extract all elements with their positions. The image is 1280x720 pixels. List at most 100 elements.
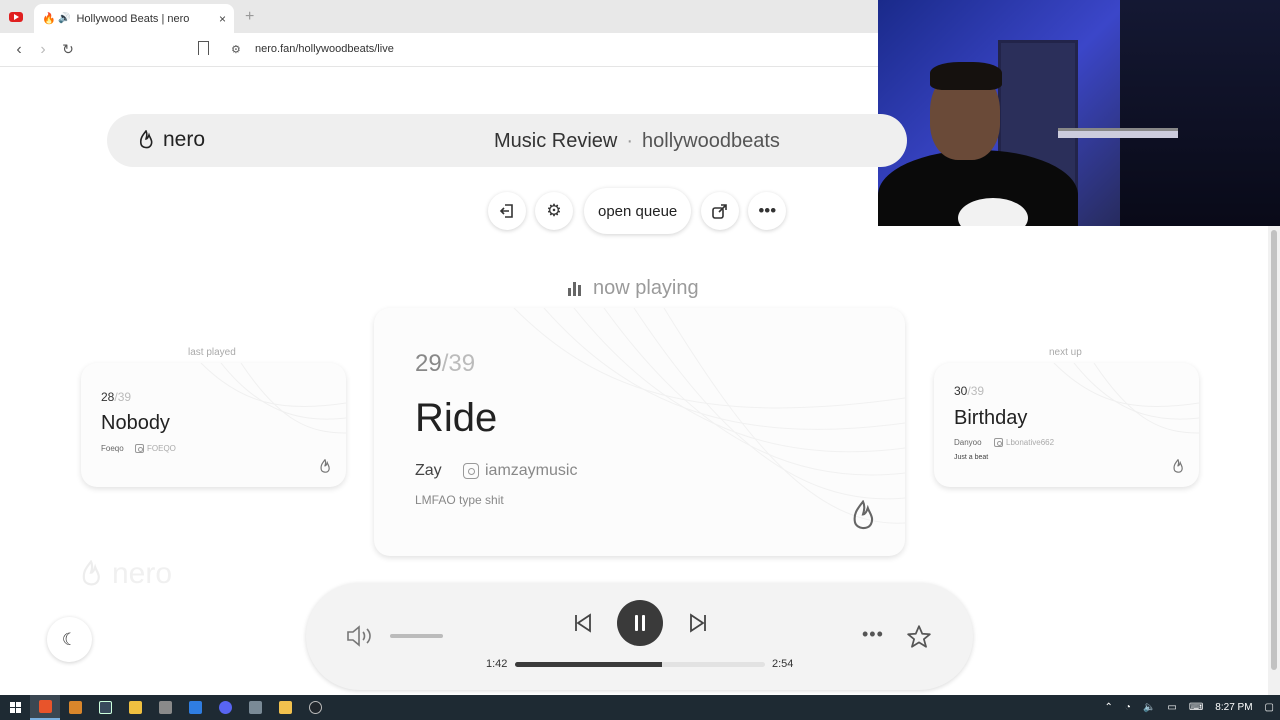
webcam-keyboard [1058,128,1178,138]
share-button[interactable] [701,192,740,230]
youtube-tab[interactable] [4,6,28,28]
last-played-card[interactable]: 28/39 Nobody Foeqo FOEQO [81,363,346,487]
track-number: 28/39 [101,390,132,404]
track-number: 30/39 [954,384,985,398]
file-explorer-taskbar-icon[interactable] [270,695,300,720]
settings-button[interactable]: ⚙ [535,192,573,230]
url-field[interactable]: nero.fan/hollywoodbeats/live [255,43,394,55]
time-current: 1:42 [486,658,508,670]
brave-taskbar-icon[interactable] [30,695,60,720]
channel-name: hollywoodbeats [642,130,780,152]
exit-icon [499,204,513,218]
app-taskbar-icon[interactable] [240,695,270,720]
track-note: Just a beat [954,454,989,461]
last-played-label: last played [188,347,236,358]
scroll-thumb[interactable] [1271,230,1277,670]
nero-favicon-icon: 🔥 [42,12,56,25]
track-handle[interactable]: iamzaymusic [463,462,577,480]
active-tab[interactable]: 🔥 🔊 Hollywood Beats | nero × [34,4,234,33]
share-icon [712,204,728,219]
flame-icon [82,560,100,586]
nero-logo[interactable]: nero [138,128,205,152]
chevron-up-icon[interactable]: ⌃ [1105,702,1113,713]
moon-icon: ☾ [61,629,78,649]
track-artist: Zay [415,462,442,479]
app-taskbar-icon[interactable] [60,695,90,720]
now-playing-text: now playing [593,277,699,299]
youtube-icon [9,12,23,22]
flame-icon [853,500,874,530]
language-icon[interactable]: ⌨ [1189,702,1203,713]
app-taskbar-icon[interactable] [90,695,120,720]
volume-tray-icon[interactable]: 🔈 [1143,702,1155,713]
app-taskbar-icon[interactable] [150,695,180,720]
action-bar: ⚙ open queue ••• [488,188,795,234]
volume-slider[interactable] [390,634,443,638]
next-up-label: next up [1049,347,1082,358]
clock[interactable]: 8:27 PM [1215,702,1252,713]
skip-forward-icon[interactable] [687,611,711,635]
webcam-background [1120,0,1280,226]
flame-icon [320,459,330,473]
dropbox-taskbar-icon[interactable] [180,695,210,720]
system-tray: ⌃ ◔ 🔈 ▭ ⌨ 8:27 PM ▢ [1099,695,1280,720]
track-artist: Danyoo [954,438,982,447]
track-number: 29/39 [415,350,476,377]
page-scrollbar[interactable] [1268,226,1280,695]
star-icon[interactable] [906,624,932,650]
progress-bar[interactable] [515,662,765,667]
pause-icon-bar [635,615,638,631]
watermark-text: nero [112,557,173,590]
volume-icon[interactable] [346,624,374,648]
track-title: Birthday [954,407,1028,429]
bookmark-icon[interactable] [198,41,209,55]
pause-button[interactable] [617,600,663,646]
webcam-overlay [878,0,1280,226]
forward-arrow-icon[interactable]: › [34,41,52,59]
exit-button[interactable] [488,192,526,230]
reload-icon[interactable]: ↻ [59,41,77,58]
track-handle[interactable]: Lbonative662 [994,438,1054,447]
app-taskbar-icon[interactable] [300,695,330,720]
site-info-icon[interactable]: ⚙ [231,43,241,56]
open-queue-button[interactable]: open queue [584,188,692,234]
skip-back-icon[interactable] [570,611,594,635]
now-playing-label: now playing [568,277,699,300]
discord-taskbar-icon[interactable] [210,695,240,720]
windows-taskbar: ⌃ ◔ 🔈 ▭ ⌨ 8:27 PM ▢ [0,695,1280,720]
pause-icon-bar [642,615,645,631]
flame-icon [139,130,153,149]
network-icon[interactable]: ◔ [1125,702,1131,713]
more-button[interactable]: ••• [748,192,787,230]
now-playing-card: 29/39 Ride Zay iamzaymusic LMFAO type sh… [374,308,905,556]
notification-icon[interactable]: ▢ [1265,702,1274,713]
start-button[interactable] [0,695,30,720]
equalizer-icon [568,281,583,296]
gear-icon: ⚙ [546,201,562,220]
next-up-card[interactable]: 30/39 Birthday Danyoo Lbonative662 Just … [934,363,1199,487]
windows-icon [9,702,21,713]
theme-toggle-button[interactable]: ☾ [47,617,92,662]
track-handle[interactable]: FOEQO [135,444,176,453]
app-taskbar-icon[interactable] [120,695,150,720]
player-more-icon[interactable]: ••• [862,624,884,645]
webcam-person-hair [930,62,1002,90]
battery-icon[interactable]: ▭ [1167,702,1176,713]
more-icon: ••• [758,201,777,220]
logo-text: nero [163,128,206,151]
back-arrow-icon[interactable]: ‹ [10,41,28,59]
close-tab-icon[interactable]: × [219,12,226,26]
nero-watermark: nero [80,557,172,591]
track-note: LMFAO type shit [415,493,504,507]
new-tab-button[interactable]: + [245,8,254,26]
speaker-icon: 🔊 [58,13,71,24]
flame-icon [1173,459,1183,473]
instagram-icon [135,444,144,453]
instagram-icon [463,463,479,479]
title-text: Music Review [494,130,618,152]
title-separator: · [626,130,634,152]
instagram-icon [994,438,1003,447]
time-total: 2:54 [772,658,794,670]
track-title: Nobody [101,412,170,434]
track-artist: Foeqo [101,444,124,453]
